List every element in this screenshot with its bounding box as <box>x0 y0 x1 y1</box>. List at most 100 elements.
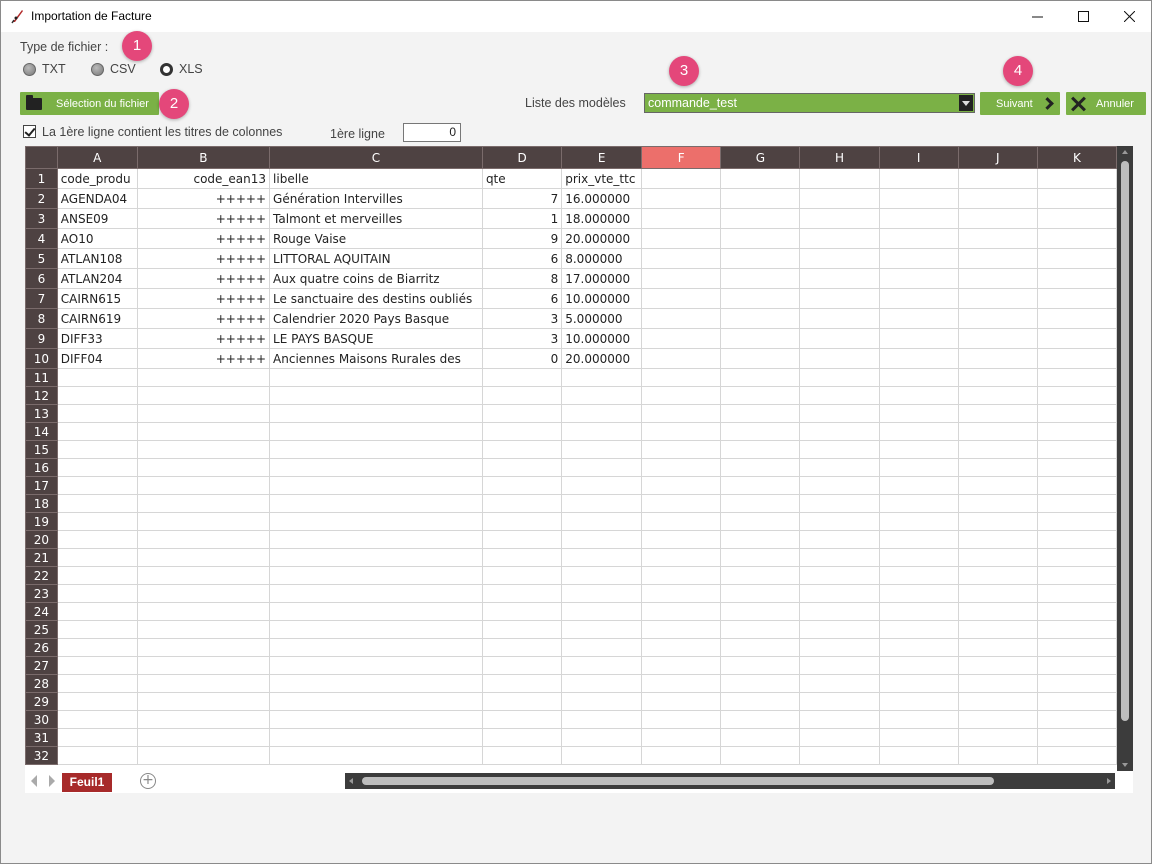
table-cell[interactable] <box>720 422 801 441</box>
table-cell[interactable] <box>957 458 1038 477</box>
table-cell[interactable] <box>878 404 959 423</box>
cancel-button[interactable]: Annuler <box>1066 92 1146 115</box>
row-header[interactable]: 26 <box>25 638 58 657</box>
table-cell[interactable] <box>878 476 959 495</box>
table-cell[interactable]: 10.000000 <box>561 328 643 349</box>
table-cell[interactable] <box>641 228 722 249</box>
table-cell[interactable] <box>56 422 138 441</box>
table-cell[interactable] <box>720 268 801 289</box>
table-cell[interactable] <box>641 328 722 349</box>
table-cell[interactable]: prix_vte_ttc <box>561 168 643 189</box>
table-cell[interactable] <box>1036 308 1117 329</box>
table-cell[interactable] <box>957 566 1038 585</box>
table-cell[interactable] <box>878 530 959 549</box>
table-cell[interactable] <box>481 386 563 405</box>
table-cell[interactable] <box>1036 228 1117 249</box>
table-cell[interactable]: Talmont et merveilles <box>269 208 483 229</box>
table-cell[interactable] <box>1036 602 1117 621</box>
table-cell[interactable] <box>1036 168 1117 189</box>
table-cell[interactable]: DIFF33 <box>56 328 138 349</box>
table-cell[interactable] <box>957 268 1038 289</box>
row-header[interactable]: 11 <box>25 368 58 387</box>
table-cell[interactable] <box>720 404 801 423</box>
table-cell[interactable] <box>1036 476 1117 495</box>
table-cell[interactable] <box>1036 746 1117 765</box>
table-cell[interactable] <box>561 566 643 585</box>
table-cell[interactable] <box>56 638 138 657</box>
table-cell[interactable] <box>720 308 801 329</box>
table-cell[interactable]: +++++ <box>136 308 271 329</box>
table-cell[interactable] <box>1036 512 1117 531</box>
table-cell[interactable] <box>481 458 563 477</box>
table-cell[interactable] <box>641 458 722 477</box>
select-file-button[interactable]: Sélection du fichier <box>20 92 159 115</box>
table-cell[interactable] <box>561 512 643 531</box>
column-header-c[interactable]: C <box>269 146 483 169</box>
table-cell[interactable] <box>720 566 801 585</box>
table-cell[interactable] <box>136 458 271 477</box>
table-cell[interactable] <box>957 422 1038 441</box>
table-cell[interactable] <box>720 368 801 387</box>
table-cell[interactable] <box>720 188 801 209</box>
table-cell[interactable] <box>56 746 138 765</box>
table-cell[interactable] <box>799 308 880 329</box>
row-header[interactable]: 6 <box>25 268 58 289</box>
tab-prev-icon[interactable] <box>31 775 37 787</box>
table-cell[interactable] <box>878 746 959 765</box>
table-cell[interactable] <box>561 422 643 441</box>
table-cell[interactable]: 5.000000 <box>561 308 643 329</box>
table-cell[interactable] <box>56 620 138 639</box>
table-cell[interactable] <box>957 494 1038 513</box>
table-cell[interactable] <box>56 692 138 711</box>
table-cell[interactable]: code_ean13 <box>136 168 271 189</box>
table-cell[interactable]: 1 <box>481 208 563 229</box>
table-cell[interactable] <box>641 368 722 387</box>
table-cell[interactable] <box>269 656 483 675</box>
table-cell[interactable]: 16.000000 <box>561 188 643 209</box>
table-cell[interactable] <box>136 638 271 657</box>
table-cell[interactable] <box>269 494 483 513</box>
table-cell[interactable] <box>641 268 722 289</box>
minimize-icon[interactable] <box>1014 1 1060 32</box>
table-cell[interactable] <box>878 692 959 711</box>
table-cell[interactable] <box>878 458 959 477</box>
table-cell[interactable] <box>481 512 563 531</box>
table-cell[interactable] <box>56 476 138 495</box>
table-cell[interactable] <box>641 404 722 423</box>
table-cell[interactable] <box>878 674 959 693</box>
table-cell[interactable] <box>1036 404 1117 423</box>
table-cell[interactable]: 6 <box>481 248 563 269</box>
table-cell[interactable] <box>720 248 801 269</box>
row-header[interactable]: 15 <box>25 440 58 459</box>
table-cell[interactable] <box>481 422 563 441</box>
radio-csv[interactable]: CSV <box>91 62 136 76</box>
table-cell[interactable] <box>561 476 643 495</box>
table-cell[interactable] <box>641 620 722 639</box>
table-cell[interactable]: AO10 <box>56 228 138 249</box>
table-cell[interactable] <box>799 168 880 189</box>
table-cell[interactable] <box>720 476 801 495</box>
table-cell[interactable] <box>1036 638 1117 657</box>
table-cell[interactable] <box>136 746 271 765</box>
table-cell[interactable] <box>799 188 880 209</box>
table-cell[interactable] <box>641 584 722 603</box>
table-cell[interactable]: 3 <box>481 308 563 329</box>
table-cell[interactable] <box>481 440 563 459</box>
table-cell[interactable] <box>561 368 643 387</box>
table-cell[interactable] <box>641 422 722 441</box>
table-cell[interactable] <box>136 386 271 405</box>
table-cell[interactable] <box>561 620 643 639</box>
header-row-checkbox[interactable] <box>23 125 36 138</box>
table-cell[interactable] <box>641 288 722 309</box>
table-cell[interactable] <box>56 458 138 477</box>
table-cell[interactable] <box>878 620 959 639</box>
row-header[interactable]: 31 <box>25 728 58 747</box>
table-cell[interactable] <box>720 692 801 711</box>
column-header-j[interactable]: J <box>957 146 1038 169</box>
column-header-h[interactable]: H <box>799 146 880 169</box>
column-header-a[interactable]: A <box>56 146 138 169</box>
column-header-f[interactable]: F <box>641 146 722 169</box>
row-header[interactable]: 4 <box>25 228 58 249</box>
table-cell[interactable] <box>269 458 483 477</box>
table-cell[interactable] <box>720 348 801 369</box>
